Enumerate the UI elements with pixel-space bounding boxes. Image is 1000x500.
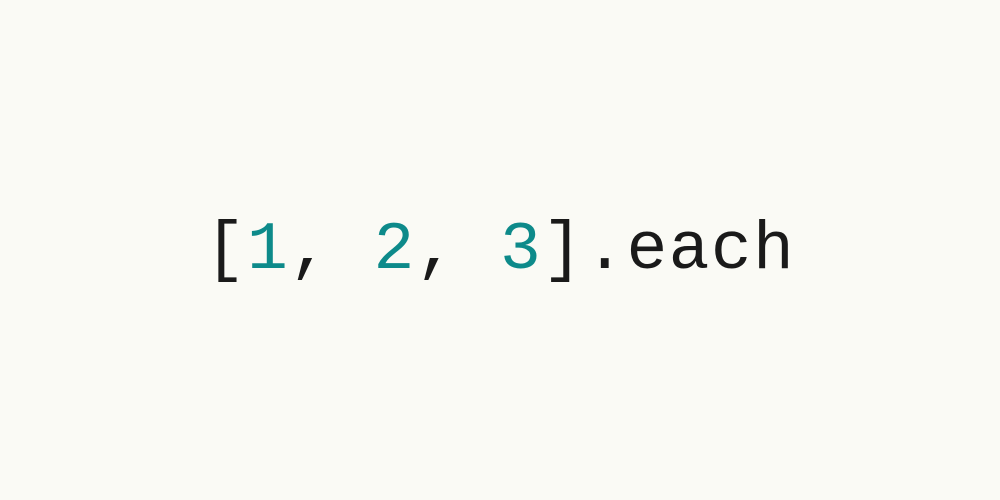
comma-2: , bbox=[416, 212, 458, 289]
space-2 bbox=[458, 212, 500, 289]
method-call: .each bbox=[584, 212, 795, 289]
number-literal-2: 2 bbox=[373, 212, 415, 289]
code-snippet: [1, 2, 3].each bbox=[205, 212, 795, 289]
open-bracket: [ bbox=[205, 212, 247, 289]
space-1 bbox=[331, 212, 373, 289]
close-bracket: ] bbox=[542, 212, 584, 289]
number-literal-1: 1 bbox=[247, 212, 289, 289]
number-literal-3: 3 bbox=[500, 212, 542, 289]
comma-1: , bbox=[289, 212, 331, 289]
